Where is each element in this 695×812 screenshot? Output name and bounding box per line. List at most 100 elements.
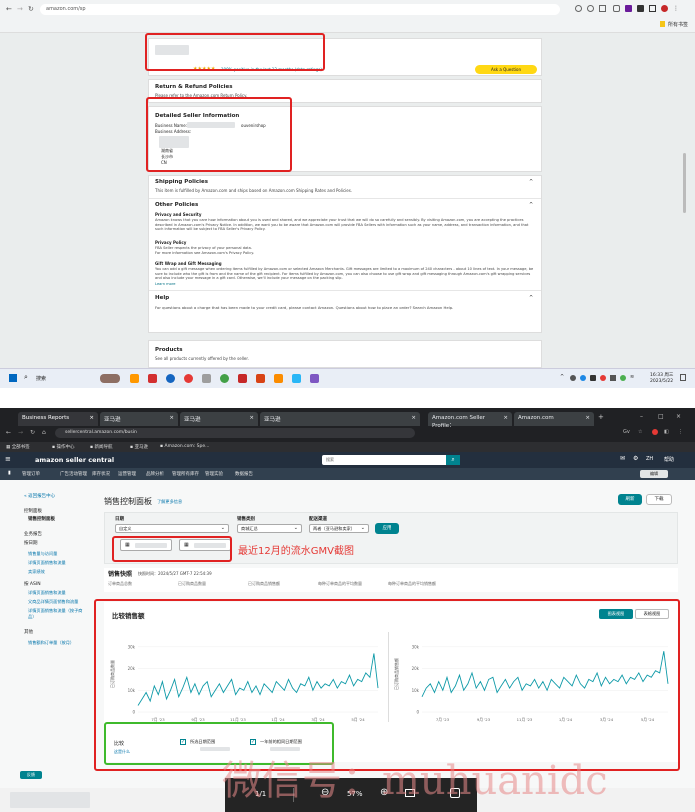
nav-item[interactable]: 管理实验 bbox=[205, 471, 223, 477]
address-bar[interactable]: sellercentral.amazon.com/busin bbox=[55, 428, 415, 438]
chevron-up-icon[interactable]: ^ bbox=[560, 374, 564, 380]
sidebar-item[interactable]: 详情页面销售和流量 bbox=[28, 560, 66, 566]
nav-item[interactable]: 运营管理 bbox=[118, 471, 136, 477]
search-icon[interactable]: ⌕ bbox=[446, 455, 460, 465]
app-icon[interactable] bbox=[292, 374, 301, 383]
reload-icon[interactable]: ↻ bbox=[28, 5, 34, 13]
star-icon[interactable]: ☆ bbox=[638, 429, 642, 435]
minimize-icon[interactable]: – bbox=[640, 413, 643, 420]
reload-icon[interactable]: ↻ bbox=[30, 429, 35, 436]
maximize-icon[interactable]: □ bbox=[658, 413, 664, 420]
nav-item[interactable]: 广告活动管理 bbox=[60, 471, 87, 477]
address-bar[interactable]: amazon.com/sp bbox=[40, 4, 560, 15]
home-icon[interactable]: ⌂ bbox=[42, 429, 46, 436]
app-icon[interactable] bbox=[256, 374, 265, 383]
sidebar-icon[interactable] bbox=[649, 5, 656, 12]
search-icon[interactable]: ⌕ bbox=[24, 373, 28, 382]
category-select[interactable]: 商城汇总 ⌄ bbox=[237, 524, 302, 533]
gear-icon[interactable]: ⚙ bbox=[633, 455, 638, 462]
sidebar-item[interactable]: 卖家绩效 bbox=[28, 569, 45, 575]
forward-icon[interactable]: → bbox=[18, 429, 23, 436]
back-icon[interactable]: ← bbox=[6, 429, 11, 436]
collapse-icon[interactable]: ^ bbox=[529, 179, 533, 185]
tray-icon[interactable] bbox=[570, 375, 576, 381]
tray-icon[interactable] bbox=[590, 375, 596, 381]
apply-button[interactable]: 应用 bbox=[375, 523, 399, 534]
sidebar-item[interactable]: 销售量与访问量 bbox=[28, 551, 57, 557]
close-icon[interactable]: × bbox=[249, 415, 254, 421]
tray-icon[interactable] bbox=[610, 375, 616, 381]
close-window-icon[interactable]: × bbox=[676, 413, 681, 420]
close-icon[interactable]: × bbox=[169, 415, 174, 421]
app-icon[interactable] bbox=[184, 374, 193, 383]
taskbar-search-label[interactable]: 搜索 bbox=[36, 375, 46, 382]
menu-icon[interactable]: ⋮ bbox=[678, 429, 683, 435]
refresh-button[interactable]: 刷新 bbox=[618, 494, 642, 505]
tray-icon[interactable] bbox=[600, 375, 606, 381]
app-icon[interactable] bbox=[274, 374, 283, 383]
learn-more-link[interactable]: Learn more bbox=[155, 282, 176, 286]
tray-icon[interactable] bbox=[620, 375, 626, 381]
feedback-button[interactable]: 反馈 bbox=[20, 771, 42, 779]
bookmark-item[interactable]: ▪ Amazon.com: Spe... bbox=[160, 444, 209, 449]
collapse-icon[interactable]: ^ bbox=[529, 202, 533, 208]
close-icon[interactable]: × bbox=[585, 415, 590, 421]
sidebar-item[interactable]: 父商品详情页面销售和流量 bbox=[28, 599, 78, 605]
bookmark-item[interactable]: ▦ 全部书签 bbox=[6, 444, 30, 450]
wifi-icon[interactable]: ≋ bbox=[630, 374, 634, 380]
notification-icon[interactable] bbox=[680, 374, 686, 381]
ask-question-button[interactable]: Ask a Question bbox=[475, 65, 537, 74]
back-icon[interactable]: ← bbox=[6, 5, 12, 13]
search-icon[interactable] bbox=[575, 5, 582, 12]
close-icon[interactable]: × bbox=[89, 415, 94, 421]
windows-icon[interactable] bbox=[9, 374, 17, 382]
nav-item[interactable]: 库存状况 bbox=[92, 471, 110, 477]
bookmark-item[interactable]: ▪ 新闻导航 bbox=[90, 444, 112, 450]
nav-item[interactable]: 数据报告 bbox=[235, 471, 253, 477]
bookmark-item[interactable]: ▪ 亚马逊 bbox=[130, 444, 148, 450]
translate-icon[interactable]: Gv bbox=[623, 429, 630, 435]
app-icon[interactable] bbox=[220, 374, 229, 383]
download-button[interactable]: 下载 bbox=[646, 494, 672, 505]
clock-time[interactable]: 16:33 周三 bbox=[650, 372, 673, 378]
menu-icon[interactable]: ≡ bbox=[5, 455, 11, 463]
sidebar-item[interactable]: 详情页面销售和流量 bbox=[28, 590, 66, 596]
nav-item[interactable]: 管理所有库存 bbox=[172, 471, 199, 477]
learn-more-link[interactable]: 了解更多信息 bbox=[157, 499, 182, 505]
app-icon[interactable] bbox=[100, 374, 120, 383]
extensions-icon[interactable]: ◧ bbox=[664, 429, 669, 435]
search-input[interactable]: 搜索 ⌕ bbox=[322, 455, 460, 465]
tray-icon[interactable] bbox=[580, 375, 586, 381]
collapse-icon[interactable]: ^ bbox=[529, 295, 533, 301]
channel-select[interactable]: 两者（亚马逊和卖家） ⌄ bbox=[309, 524, 369, 533]
help-link[interactable]: 帮助 bbox=[664, 456, 674, 463]
puzzle-icon[interactable] bbox=[637, 5, 644, 12]
app-icon[interactable] bbox=[238, 374, 247, 383]
ext-purple-icon[interactable] bbox=[625, 5, 632, 12]
app-icon[interactable] bbox=[130, 374, 139, 383]
translate-icon[interactable] bbox=[587, 5, 594, 12]
ext-icon[interactable] bbox=[613, 5, 620, 12]
tab-amazon[interactable]: 亚马逊 × bbox=[260, 412, 420, 426]
mail-icon[interactable]: ✉ bbox=[620, 455, 625, 462]
edit-nav-button[interactable]: 编辑 bbox=[640, 470, 668, 478]
scrollbar[interactable] bbox=[683, 153, 686, 213]
back-to-reports-link[interactable]: « 返回报告中心 bbox=[24, 493, 55, 499]
app-icon[interactable] bbox=[202, 374, 211, 383]
app-icon[interactable] bbox=[148, 374, 157, 383]
nav-item[interactable]: 品牌分析 bbox=[146, 471, 164, 477]
bookmark-item[interactable]: ▪ 操作中心 bbox=[52, 444, 74, 450]
sidebar-item[interactable]: 销售额和订单量（按月） bbox=[28, 640, 74, 646]
close-icon[interactable]: × bbox=[503, 415, 508, 421]
nav-item[interactable]: 管理订单 bbox=[22, 471, 40, 477]
menu-icon[interactable]: ⋮ bbox=[673, 5, 679, 12]
tab-amazon[interactable]: 亚马逊 × bbox=[180, 412, 258, 426]
bookmarks-label[interactable]: 所有书签 bbox=[668, 21, 688, 28]
sidebar-item-sales-dashboard[interactable]: 销售控制面板 bbox=[28, 516, 55, 522]
sidebar-item[interactable]: 详情页面销售和流量（按子商品） bbox=[28, 608, 86, 620]
app-icon[interactable] bbox=[310, 374, 319, 383]
tab-seller-profile[interactable]: Amazon.com Seller Profile： × bbox=[428, 412, 512, 429]
app-icon[interactable] bbox=[166, 374, 175, 383]
bookmark-icon[interactable]: ▮ bbox=[8, 470, 11, 476]
star-icon[interactable] bbox=[599, 5, 606, 12]
